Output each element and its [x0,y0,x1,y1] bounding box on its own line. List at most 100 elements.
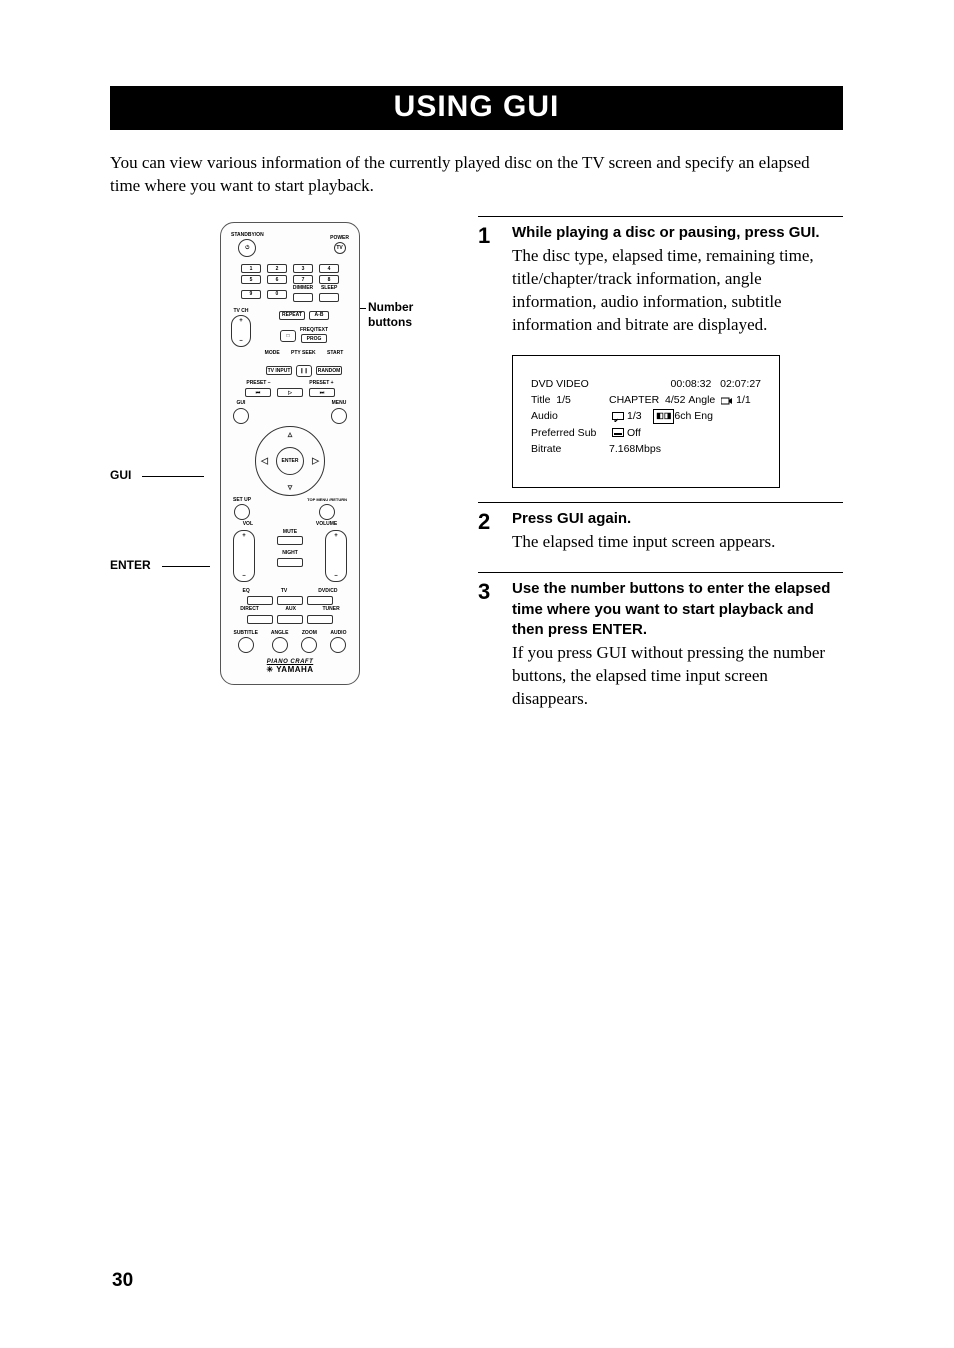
freqtext-label: FREQ/TEXT [300,328,328,334]
step-1-title: While playing a disc or pausing, press G… [512,223,843,243]
osd-elapsed: 00:08:32 [670,378,711,390]
num-2: 2 [267,264,287,273]
callout-enter-label: ENTER [110,558,151,572]
step-3-text: If you press GUI without pressing the nu… [512,642,843,711]
step-2: 2 Press GUI again. The elapsed time inpu… [478,502,843,554]
eq-button [247,596,273,605]
step-3: 3 Use the number buttons to enter the el… [478,572,843,711]
subtitle-label: SUBTITLE [233,631,257,637]
repeat-button: REPEAT [279,311,305,320]
setup-button [234,504,250,520]
osd-bitrate-label: Bitrate [531,441,609,457]
osd-chapter-value: 4/52 [665,392,685,408]
standby-button: ⏻ [238,239,256,257]
tuner-button [307,615,333,624]
prog-button: PROG [301,334,327,343]
enter-button: ENTER [276,447,304,475]
num-6: 6 [267,275,287,284]
step-3-title: Use the number buttons to enter the elap… [512,579,843,640]
standby-label: STANDBY/ON [231,233,264,239]
tv-sel-label: TV [281,589,287,595]
menu-button [331,408,347,424]
zoom-label: ZOOM [302,631,317,637]
num-3: 3 [293,264,313,273]
step-3-number: 3 [478,579,512,605]
num-4: 4 [319,264,339,273]
random-button: RANDOM [316,366,342,375]
prev-button: ⏮ [245,388,271,397]
remote-control: STANDBY/ON ⏻ POWER TV 1 2 3 4 [220,222,360,686]
subtitle-button [238,637,254,653]
dimmer-label: DIMMER [293,286,313,292]
page-number: 30 [112,1270,133,1292]
step-2-title: Press GUI again. [512,509,843,529]
menu-label: MENU [332,401,347,407]
preset-minus-label: PRESET – [246,381,270,387]
osd-title-value: 1/5 [556,394,571,406]
num-5: 5 [241,275,261,284]
angle-label: ANGLE [271,631,289,637]
zoom-button [301,637,317,653]
remote-illustration-column: GUI ENTER Number buttons STANDBY/ON ⏻ [110,216,470,686]
dvdcd-button [307,596,333,605]
yamaha-logo: ✳ YAMAHA [227,665,353,674]
mode-label: MODE [265,351,280,357]
callout-number-buttons-label: Number buttons [368,300,413,329]
osd-title-label: Title [531,394,550,406]
dpad-up-icon: ▵ [288,429,293,440]
mute-button [277,536,303,545]
direct-label: DIRECT [240,607,259,613]
night-label: NIGHT [282,551,298,557]
num-9: 9 [241,290,261,299]
aux-button [277,615,303,624]
aux-label: AUX [285,607,296,613]
osd-bitrate-value: 7.168Mbps [609,441,661,457]
night-button [277,558,303,567]
eq-label: EQ [243,589,250,595]
sleep-label: SLEEP [321,286,337,292]
direct-button [247,615,273,624]
step-2-number: 2 [478,509,512,535]
num-0: 0 [267,290,287,299]
start-label: START [327,351,343,357]
intro-text: You can view various information of the … [110,152,843,198]
osd-chapter-label: CHAPTER [609,392,659,408]
step-1-number: 1 [478,223,512,249]
osd-display-box: DVD VIDEO 00:08:32 02:07:27 Title 1/5 CH… [512,355,780,488]
steps-column: 1 While playing a disc or pausing, press… [470,216,843,729]
mute-label: MUTE [283,530,297,536]
audio-button [330,637,346,653]
gui-label: GUI [237,401,246,407]
dvdcd-label: DVD/CD [318,589,337,595]
power-label: POWER [330,236,349,242]
tvinput-button: TV INPUT [266,366,292,375]
osd-remaining: 02:07:27 [720,378,761,390]
osd-disc-type: DVD VIDEO [531,376,589,392]
tvch-rocker: +– [231,315,251,347]
dolby-icon: ◧◨ [653,409,674,423]
dimmer-button [293,293,313,302]
page-title-bar: USING GUI [110,86,843,130]
gui-button [233,408,249,424]
dpad-right-icon: ▷ [312,455,319,466]
dpad: ▵ ▿ ◁ ▷ ENTER [255,426,325,496]
angle-button [272,637,288,653]
tvch-label: TV CH [234,309,249,315]
step-1-text: The disc type, elapsed time, remaining t… [512,245,843,337]
volume-label: VOLUME [316,522,337,528]
callout-number-buttons: Number buttons [368,300,436,330]
next-button: ⏭ [309,388,335,397]
ptyseek-label: PTY SEEK [291,351,316,357]
preset-plus-label: PRESET + [309,381,333,387]
num-1: 1 [241,264,261,273]
osd-audio-label: Audio [531,408,609,424]
topmenu-button [319,504,335,520]
tv-select-button [277,596,303,605]
ab-button: A-B [309,311,329,320]
num-7: 7 [293,275,313,284]
volume-rocker: +– [325,530,347,582]
dpad-down-icon: ▿ [288,482,293,493]
osd-audio-format: 6ch Eng [674,408,713,424]
subtitle-icon [612,428,624,437]
tuner-label: TUNER [322,607,339,613]
